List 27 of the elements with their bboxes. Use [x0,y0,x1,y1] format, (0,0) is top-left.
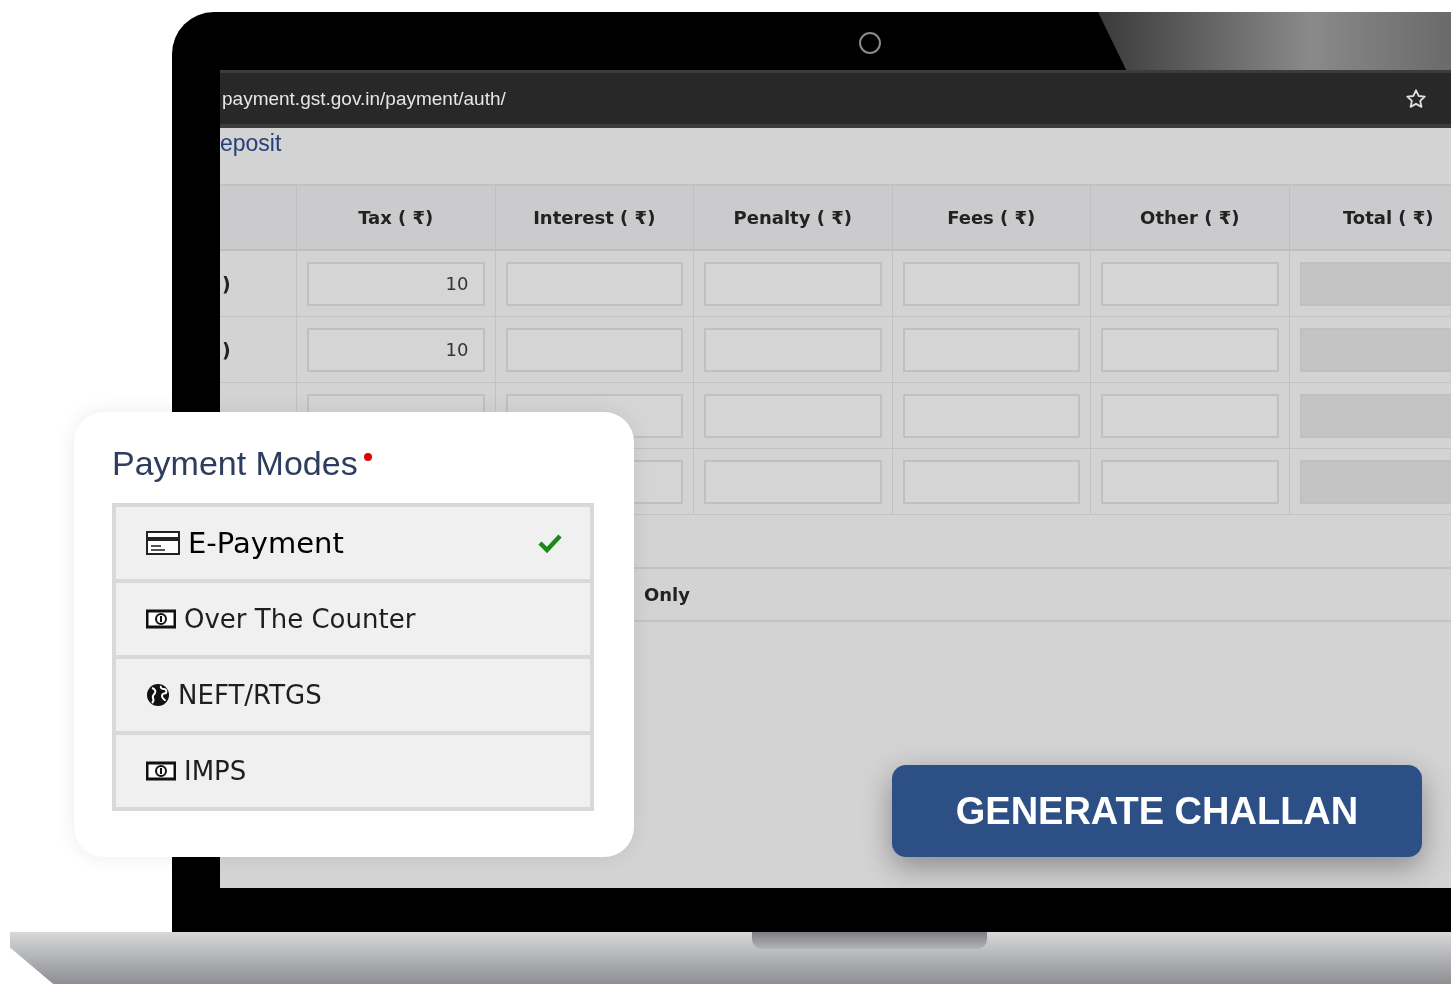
amount-field[interactable]: 10 [307,327,485,372]
column-header: Other ( ₹) [1091,186,1290,251]
payment-modes-title: Payment Modes [112,444,358,483]
column-header: Tax ( ₹) [297,186,496,251]
cash-icon [146,609,176,629]
amount-in-words: Only [644,584,691,605]
check-icon [538,533,562,553]
column-header: Interest ( ₹) [495,186,694,251]
column-header: Total ( ₹) [1289,186,1451,251]
address-bar[interactable]: payment.gst.gov.in/payment/auth/ [220,70,1451,128]
payment-mode-option[interactable]: IMPS [116,735,590,807]
page-heading: eposit [220,130,282,156]
cash-icon [146,761,176,781]
star-icon[interactable] [1405,87,1427,110]
row-label: ) [222,272,231,295]
card-icon [146,531,180,555]
payment-mode-option[interactable]: Over The Counter [116,583,590,655]
row-label: ) [222,338,231,361]
column-header: Penalty ( ₹) [694,186,893,251]
globe-icon [146,683,170,707]
generate-challan-button[interactable]: GENERATE CHALLAN [892,765,1422,857]
url-text: payment.gst.gov.in/payment/auth/ [222,87,507,110]
payment-mode-option[interactable]: E-Payment [116,507,590,579]
amount-field[interactable]: 10 [307,261,485,306]
camera-icon [859,32,881,54]
column-header: Fees ( ₹) [892,186,1091,251]
payment-mode-option[interactable]: NEFT/RTGS [116,659,590,731]
